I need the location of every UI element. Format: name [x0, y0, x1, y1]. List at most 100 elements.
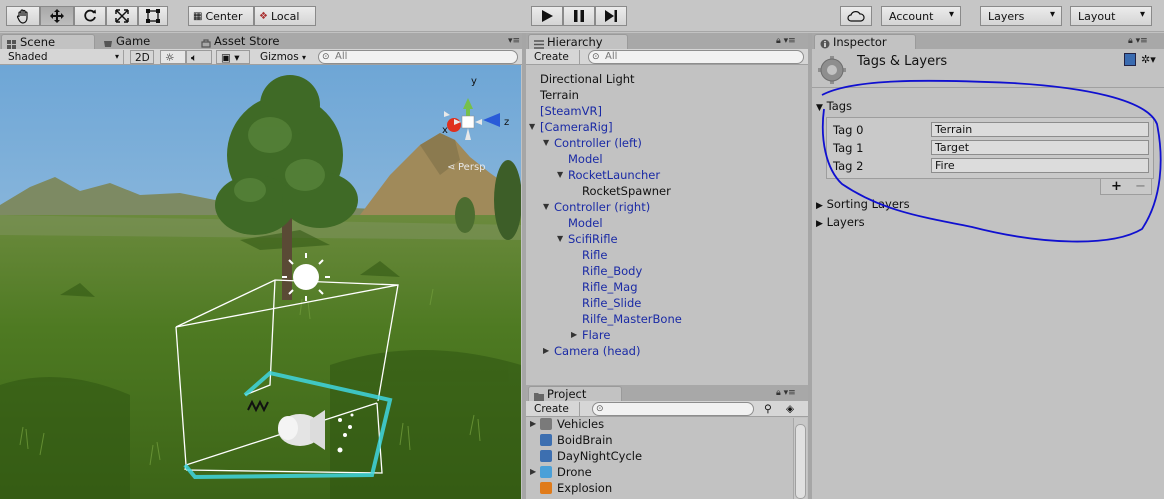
- shading-mode-dropdown[interactable]: Shaded ▾: [4, 50, 124, 64]
- panel-menu-icon[interactable]: ▾≡: [508, 36, 520, 46]
- account-label: Account: [889, 9, 934, 23]
- hierarchy-item[interactable]: ▼ RocketLauncher: [557, 167, 661, 183]
- project-search-input[interactable]: [592, 402, 754, 416]
- scale-icon: [115, 9, 129, 23]
- tab-inspector[interactable]: Inspector: [814, 34, 916, 49]
- project-item-label: Explosion: [557, 481, 613, 495]
- scene-lighting-toggle[interactable]: ☼: [160, 50, 186, 64]
- hierarchy-item[interactable]: RocketSpawner: [582, 183, 671, 199]
- project-item[interactable]: Explosion: [528, 480, 790, 496]
- expand-open-icon[interactable]: ▼: [543, 135, 549, 151]
- rotate-tool-button[interactable]: [74, 6, 106, 26]
- step-button[interactable]: [595, 6, 627, 26]
- hierarchy-item[interactable]: Model: [568, 215, 603, 231]
- gizmos-dropdown[interactable]: Gizmos ▾: [256, 50, 312, 64]
- hierarchy-item[interactable]: ▼ Controller (right): [543, 199, 651, 215]
- project-control-bar: Create ▾ ⚲ ◈: [526, 401, 808, 428]
- move-tool-button[interactable]: [40, 6, 74, 26]
- project-list: ▶ Vehicles BoidBrain DayNightCycle ▶ Drone Exp…: [526, 418, 808, 499]
- scale-tool-button[interactable]: [106, 6, 138, 26]
- project-item[interactable]: DayNightCycle: [528, 448, 790, 464]
- particle-icon: [540, 482, 552, 494]
- hierarchy-control-bar: Create ▾ All: [526, 49, 808, 76]
- hierarchy-item-label: Directional Light: [540, 72, 635, 86]
- expand-open-icon[interactable]: ▼: [557, 167, 563, 183]
- expand-closed-icon[interactable]: ▶: [543, 343, 549, 359]
- hierarchy-item[interactable]: Rifle_Mag: [582, 279, 638, 295]
- pivot-icon: ▦: [193, 10, 203, 22]
- hand-tool-button[interactable]: [6, 6, 40, 26]
- layout-dropdown[interactable]: Layout: [1070, 6, 1152, 26]
- expand-open-icon[interactable]: ▼: [543, 199, 549, 215]
- tab-scene-label: Scene: [20, 35, 56, 49]
- play-button[interactable]: [531, 6, 563, 26]
- scene-search-input[interactable]: All: [318, 50, 518, 64]
- filter-by-type-button[interactable]: ⚲: [760, 402, 780, 416]
- script-icon: [540, 450, 552, 462]
- hierarchy-item[interactable]: Rilfe_MasterBone: [582, 311, 682, 327]
- tab-asset-store[interactable]: Asset Store: [196, 34, 306, 49]
- list-icon: [534, 38, 544, 49]
- project-item[interactable]: ▶ Drone: [528, 464, 790, 480]
- hierarchy-item[interactable]: Rifle: [582, 247, 608, 263]
- tab-inspector-label: Inspector: [833, 35, 887, 49]
- prefab-icon: [540, 466, 552, 478]
- hierarchy-create-dropdown[interactable]: Create ▾: [530, 50, 580, 76]
- rotate-icon: [84, 9, 96, 22]
- pause-icon: [574, 10, 584, 22]
- expand-closed-icon[interactable]: ▶: [571, 327, 577, 343]
- tab-project[interactable]: Project: [528, 386, 622, 401]
- hierarchy-tree: Directional Light Terrain [SteamVR] ▼ [Camer…: [526, 66, 808, 384]
- hierarchy-item[interactable]: ▶ Camera (head): [543, 343, 640, 359]
- hierarchy-item[interactable]: Directional Light: [540, 71, 635, 87]
- expand-open-icon[interactable]: ▼: [557, 231, 563, 247]
- hierarchy-search-input[interactable]: All: [588, 50, 804, 64]
- lock-icon[interactable]: 🔒︎ ▾≡: [776, 36, 796, 46]
- hierarchy-item[interactable]: ▼ Controller (left): [543, 135, 642, 151]
- account-dropdown[interactable]: Account: [881, 6, 961, 26]
- project-item[interactable]: BoidBrain: [528, 432, 790, 448]
- hierarchy-item[interactable]: [SteamVR]: [540, 103, 602, 119]
- hierarchy-item[interactable]: Rifle_Slide: [582, 295, 641, 311]
- scene-viewport[interactable]: y x z ⋖ Persp: [0, 65, 521, 499]
- hierarchy-item-label: Rifle_Body: [582, 264, 643, 278]
- lock-icon[interactable]: 🔒︎ ▾≡: [776, 388, 796, 398]
- lock-icon[interactable]: 🔒︎ ▾≡: [1128, 36, 1148, 46]
- project-item[interactable]: ▶ Vehicles: [528, 418, 790, 432]
- hierarchy-item[interactable]: ▶ Flare: [571, 327, 610, 343]
- scrollbar-thumb[interactable]: [795, 424, 806, 499]
- scene-effects-dropdown[interactable]: ▣ ▾: [216, 50, 250, 64]
- project-create-dropdown[interactable]: Create ▾: [530, 402, 580, 428]
- move-icon: [50, 9, 64, 23]
- chevron-down-icon: ▾: [302, 53, 307, 62]
- scene-audio-toggle[interactable]: 🔈︎: [186, 50, 212, 64]
- scene-render: y x z ⋖ Persp: [0, 65, 521, 499]
- pivot-center-button[interactable]: ▦ Center: [188, 6, 254, 26]
- layers-label: Layers: [988, 9, 1025, 23]
- unity-editor-window: ▦ Center ❖ Local Account Layers Layout: [0, 0, 1164, 499]
- hierarchy-item[interactable]: Rifle_Body: [582, 263, 642, 279]
- space-label: Local: [270, 9, 300, 23]
- inspector-panel: Tags & Layers ✲▾ ▼ Tags Tag 0 Terrain Tag …: [812, 49, 1164, 499]
- hierarchy-item[interactable]: ▼ [CameraRig]: [529, 119, 613, 135]
- rect-tool-button[interactable]: [138, 6, 168, 26]
- space-local-button[interactable]: ❖ Local: [254, 6, 316, 26]
- hierarchy-item[interactable]: ▼ ScifiRifle: [557, 231, 618, 247]
- filter-by-label-button[interactable]: ◈: [782, 402, 802, 416]
- cloud-button[interactable]: [840, 6, 872, 26]
- mode-2d-toggle[interactable]: 2D: [130, 50, 154, 64]
- tab-hierarchy[interactable]: Hierarchy: [528, 34, 628, 49]
- tab-game[interactable]: Game: [98, 34, 194, 49]
- pause-button[interactable]: [563, 6, 595, 26]
- layers-dropdown[interactable]: Layers: [980, 6, 1062, 26]
- hierarchy-item[interactable]: Terrain: [540, 87, 579, 103]
- expand-closed-icon[interactable]: ▶: [530, 418, 536, 432]
- hierarchy-item-label: RocketLauncher: [568, 168, 661, 182]
- projection-label[interactable]: Persp: [458, 162, 486, 173]
- hierarchy-item[interactable]: Model: [568, 151, 603, 167]
- project-scrollbar[interactable]: [793, 418, 807, 499]
- tab-scene[interactable]: Scene: [1, 34, 95, 49]
- expand-closed-icon[interactable]: ▶: [530, 464, 536, 480]
- hierarchy-item-label: Controller (right): [554, 200, 651, 214]
- expand-open-icon[interactable]: ▼: [529, 119, 535, 135]
